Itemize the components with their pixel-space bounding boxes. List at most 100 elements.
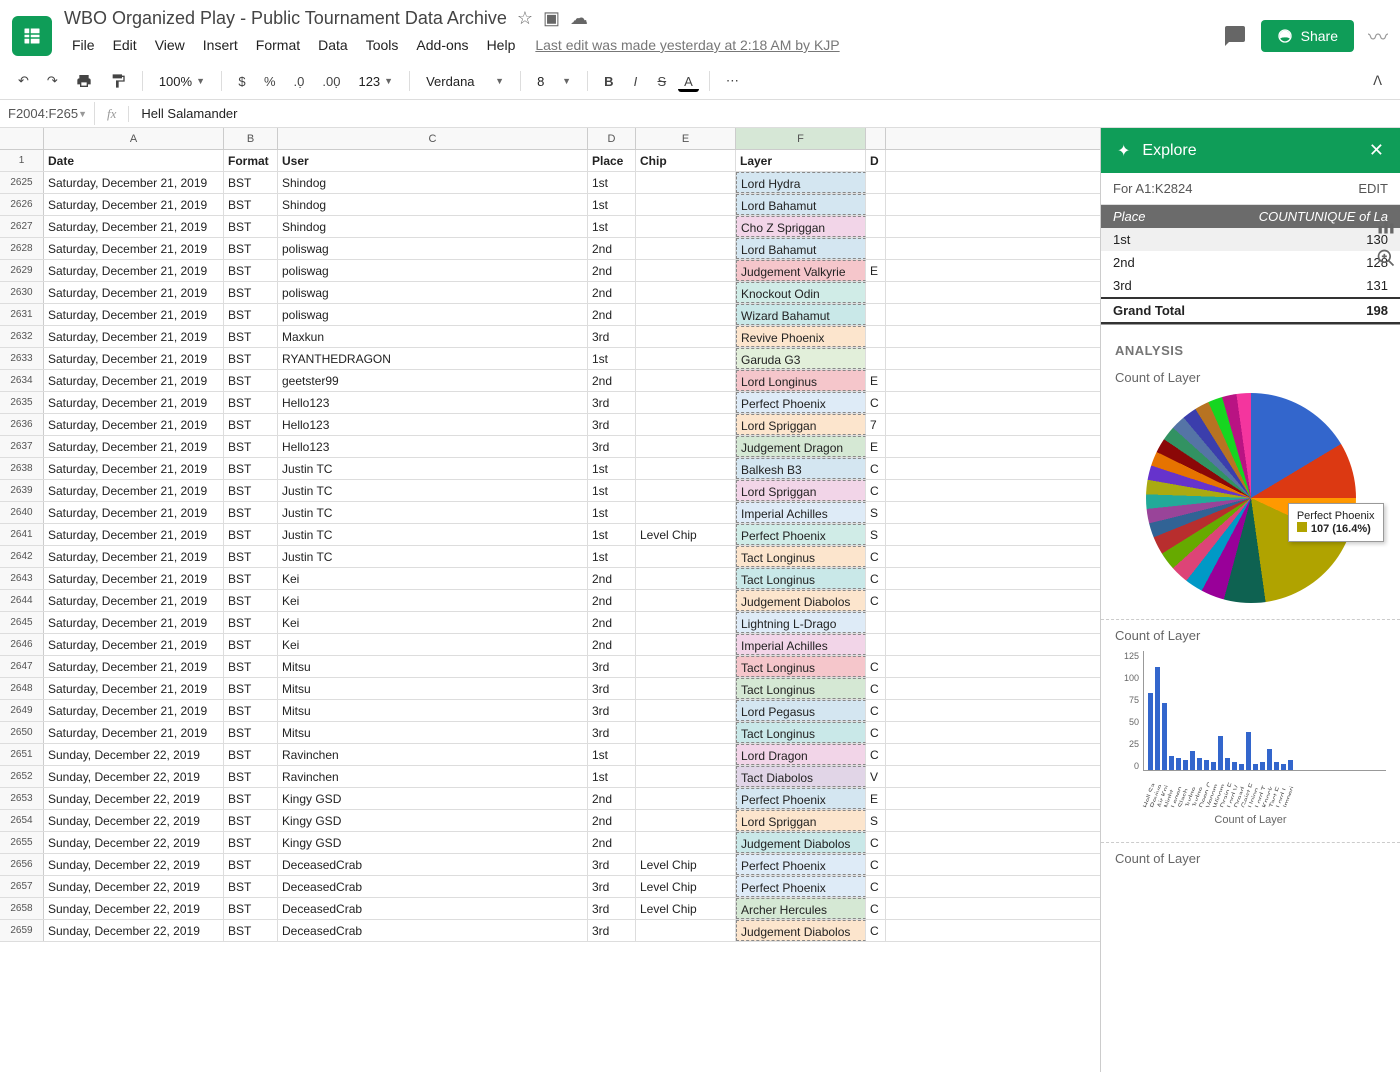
cell-place[interactable]: 1st xyxy=(588,172,636,193)
cell-ext[interactable]: S xyxy=(866,524,886,545)
row-header[interactable]: 2655 xyxy=(0,832,44,853)
cell-user[interactable]: Kingy GSD xyxy=(278,832,588,853)
row-header[interactable]: 2642 xyxy=(0,546,44,567)
cell-place[interactable]: 2nd xyxy=(588,612,636,633)
cell-date[interactable]: Sunday, December 22, 2019 xyxy=(44,920,224,941)
cell-chip[interactable] xyxy=(636,414,736,435)
cell-format[interactable]: BST xyxy=(224,656,278,677)
cell-format[interactable]: BST xyxy=(224,898,278,919)
col-header-G[interactable] xyxy=(866,128,886,149)
cell-user[interactable]: Kei xyxy=(278,590,588,611)
row-header[interactable]: 2657 xyxy=(0,876,44,897)
cell-format[interactable]: BST xyxy=(224,678,278,699)
cell-format[interactable]: BST xyxy=(224,304,278,325)
cell-layer[interactable]: Lord Bahamut xyxy=(736,238,866,259)
row-header[interactable]: 2646 xyxy=(0,634,44,655)
cell-format[interactable]: BST xyxy=(224,788,278,809)
cell-place[interactable]: 1st xyxy=(588,546,636,567)
cell-chip[interactable]: Level Chip xyxy=(636,854,736,875)
cell-date[interactable]: Saturday, December 21, 2019 xyxy=(44,722,224,743)
cell-user[interactable]: poliswag xyxy=(278,238,588,259)
cell-user[interactable]: Justin TC xyxy=(278,480,588,501)
cell-place[interactable]: 3rd xyxy=(588,436,636,457)
col-header-F[interactable]: F xyxy=(736,128,866,149)
cell-user[interactable]: DeceasedCrab xyxy=(278,854,588,875)
decrease-decimal-button[interactable]: .0̣ xyxy=(288,70,311,93)
cell-format[interactable]: BST xyxy=(224,854,278,875)
cell-date[interactable]: Saturday, December 21, 2019 xyxy=(44,326,224,347)
cell-layer[interactable]: Imperial Achilles xyxy=(736,634,866,655)
row-header[interactable]: 2637 xyxy=(0,436,44,457)
cell-place[interactable]: 3rd xyxy=(588,656,636,677)
cell-chip[interactable] xyxy=(636,810,736,831)
cell-user[interactable]: Justin TC xyxy=(278,502,588,523)
cell-ext[interactable]: E xyxy=(866,436,886,457)
row-header[interactable]: 2625 xyxy=(0,172,44,193)
document-title[interactable]: WBO Organized Play - Public Tournament D… xyxy=(64,8,507,29)
paint-format-button[interactable] xyxy=(104,69,132,93)
move-icon[interactable]: ▣ xyxy=(543,8,560,29)
select-all-corner[interactable] xyxy=(0,128,44,149)
cell-date[interactable]: Sunday, December 22, 2019 xyxy=(44,876,224,897)
row-header[interactable]: 2647 xyxy=(0,656,44,677)
cell-place[interactable]: 1st xyxy=(588,216,636,237)
cell-date[interactable]: Saturday, December 21, 2019 xyxy=(44,436,224,457)
cell-format[interactable]: BST xyxy=(224,194,278,215)
cell-place[interactable]: 1st xyxy=(588,744,636,765)
cell-date[interactable]: Saturday, December 21, 2019 xyxy=(44,634,224,655)
row-header[interactable]: 2641 xyxy=(0,524,44,545)
row-header[interactable]: 2648 xyxy=(0,678,44,699)
cell-chip[interactable] xyxy=(636,216,736,237)
cell-place[interactable]: 2nd xyxy=(588,260,636,281)
cell-ext[interactable] xyxy=(866,172,886,193)
cell-ext[interactable]: C xyxy=(866,656,886,677)
cell-chip[interactable] xyxy=(636,722,736,743)
cell-user[interactable]: poliswag xyxy=(278,282,588,303)
close-icon[interactable]: ✕ xyxy=(1369,140,1384,161)
cell-place[interactable]: 2nd xyxy=(588,810,636,831)
cell-user[interactable]: Justin TC xyxy=(278,546,588,567)
menu-format[interactable]: Format xyxy=(248,33,308,57)
header-chip[interactable]: Chip xyxy=(636,150,736,171)
cell-ext[interactable] xyxy=(866,216,886,237)
cell-chip[interactable] xyxy=(636,238,736,259)
row-header[interactable]: 2651 xyxy=(0,744,44,765)
cell-ext[interactable]: C xyxy=(866,392,886,413)
cell-user[interactable]: Justin TC xyxy=(278,458,588,479)
cell-chip[interactable] xyxy=(636,766,736,787)
cell-chip[interactable] xyxy=(636,788,736,809)
cell-date[interactable]: Saturday, December 21, 2019 xyxy=(44,216,224,237)
header-user[interactable]: User xyxy=(278,150,588,171)
cell-date[interactable]: Saturday, December 21, 2019 xyxy=(44,370,224,391)
zoom-side-icon[interactable] xyxy=(1376,248,1396,268)
row-header[interactable]: 2652 xyxy=(0,766,44,787)
explore-edit-button[interactable]: EDIT xyxy=(1358,181,1388,196)
cell-chip[interactable] xyxy=(636,678,736,699)
text-color-button[interactable]: A xyxy=(678,70,699,92)
zoom-dropdown[interactable]: 100%▼ xyxy=(153,70,211,93)
cell-place[interactable]: 2nd xyxy=(588,238,636,259)
cell-user[interactable]: Maxkun xyxy=(278,326,588,347)
cell-ext[interactable]: C xyxy=(866,854,886,875)
star-icon[interactable]: ☆ xyxy=(517,8,533,29)
cell-layer[interactable]: Perfect Phoenix xyxy=(736,524,866,545)
cell-ext[interactable]: C xyxy=(866,568,886,589)
cell-ext[interactable]: C xyxy=(866,898,886,919)
italic-button[interactable]: I xyxy=(625,70,645,93)
cell-place[interactable]: 1st xyxy=(588,458,636,479)
cell-place[interactable]: 2nd xyxy=(588,304,636,325)
cell-user[interactable]: Shindog xyxy=(278,216,588,237)
cell-date[interactable]: Saturday, December 21, 2019 xyxy=(44,678,224,699)
cell-layer[interactable]: Perfect Phoenix xyxy=(736,788,866,809)
cell-chip[interactable] xyxy=(636,172,736,193)
cell-place[interactable]: 1st xyxy=(588,502,636,523)
cell-layer[interactable]: Wizard Bahamut xyxy=(736,304,866,325)
cell-ext[interactable]: S xyxy=(866,502,886,523)
cell-layer[interactable]: Tact Longinus xyxy=(736,568,866,589)
cell-layer[interactable]: Judgement Dragon xyxy=(736,436,866,457)
cell-user[interactable]: Ravinchen xyxy=(278,744,588,765)
cell-chip[interactable] xyxy=(636,260,736,281)
cell-layer[interactable]: Lord Hydra xyxy=(736,172,866,193)
font-dropdown[interactable]: Verdana▼ xyxy=(420,70,510,93)
cell-date[interactable]: Sunday, December 22, 2019 xyxy=(44,832,224,853)
